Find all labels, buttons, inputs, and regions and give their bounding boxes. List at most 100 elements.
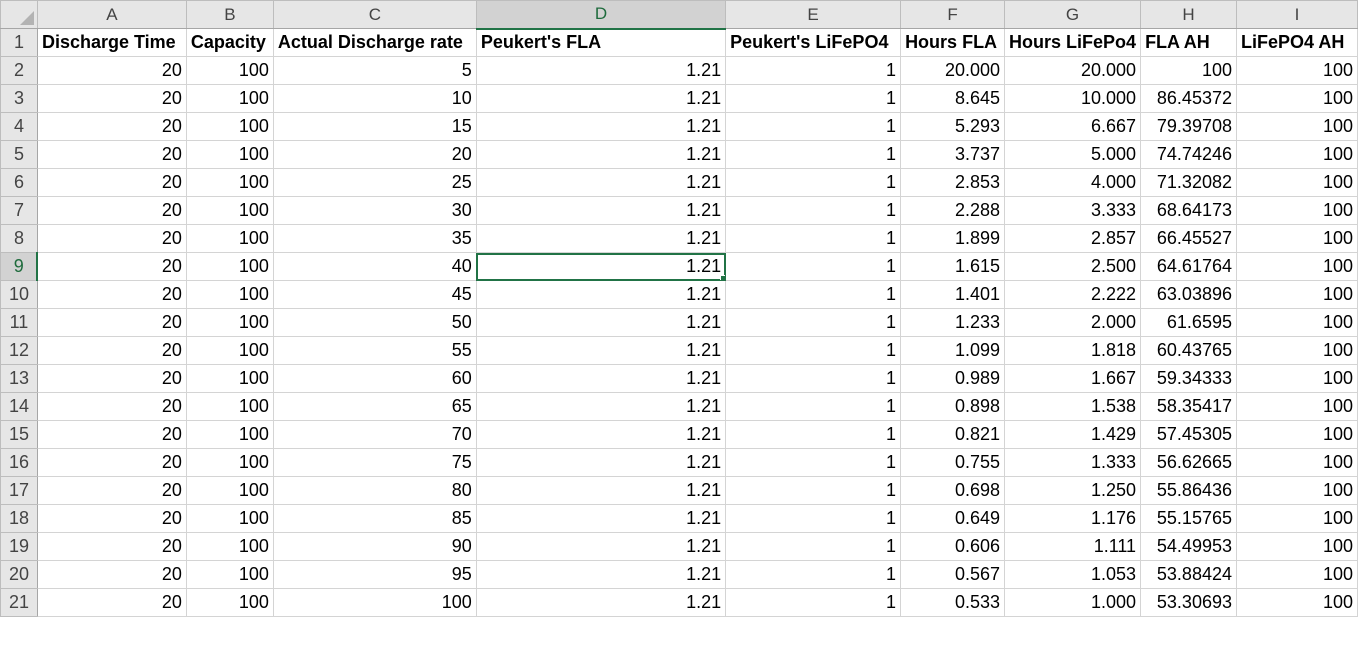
cell-g16[interactable]: 1.333	[1004, 448, 1142, 477]
cell-g11[interactable]: 2.000	[1004, 308, 1142, 337]
cell-c16[interactable]: 75	[272, 448, 477, 477]
cell-h1[interactable]: FLA AH	[1140, 28, 1237, 57]
cell-a8[interactable]: 20	[36, 224, 187, 253]
row-header-19[interactable]: 19	[0, 532, 38, 561]
cell-c7[interactable]: 30	[272, 196, 477, 225]
cell-g14[interactable]: 1.538	[1004, 392, 1142, 421]
cell-e16[interactable]: 1	[725, 448, 902, 477]
cell-a13[interactable]: 20	[36, 364, 187, 393]
cell-e8[interactable]: 1	[725, 224, 902, 253]
cell-f17[interactable]: 0.698	[900, 476, 1006, 505]
cell-d4[interactable]: 1.21	[475, 112, 727, 141]
cell-e17[interactable]: 1	[725, 476, 902, 505]
cell-f3[interactable]: 8.645	[900, 84, 1006, 113]
cell-h2[interactable]: 100	[1140, 56, 1237, 85]
cell-i7[interactable]: 100	[1235, 196, 1358, 225]
cell-i12[interactable]: 100	[1235, 336, 1358, 365]
cell-d6[interactable]: 1.21	[475, 168, 727, 197]
cell-b10[interactable]: 100	[185, 280, 274, 309]
cell-b20[interactable]: 100	[185, 560, 274, 589]
cell-d19[interactable]: 1.21	[475, 532, 727, 561]
cell-d16[interactable]: 1.21	[475, 448, 727, 477]
cell-d1[interactable]: Peukert's FLA	[475, 28, 727, 57]
cell-c5[interactable]: 20	[272, 140, 477, 169]
cell-c20[interactable]: 95	[272, 560, 477, 589]
cell-f11[interactable]: 1.233	[900, 308, 1006, 337]
row-header-17[interactable]: 17	[0, 476, 38, 505]
cell-i3[interactable]: 100	[1235, 84, 1358, 113]
cell-b15[interactable]: 100	[185, 420, 274, 449]
cell-g21[interactable]: 1.000	[1004, 588, 1142, 617]
cell-b12[interactable]: 100	[185, 336, 274, 365]
row-header-1[interactable]: 1	[0, 28, 38, 57]
cell-h11[interactable]: 61.6595	[1140, 308, 1237, 337]
column-header-c[interactable]: C	[272, 0, 477, 29]
cell-f10[interactable]: 1.401	[900, 280, 1006, 309]
active-cell[interactable]: 1.21	[475, 252, 727, 281]
cell-g8[interactable]: 2.857	[1004, 224, 1142, 253]
cell-d13[interactable]: 1.21	[475, 364, 727, 393]
cell-f8[interactable]: 1.899	[900, 224, 1006, 253]
cell-i8[interactable]: 100	[1235, 224, 1358, 253]
cell-d5[interactable]: 1.21	[475, 140, 727, 169]
cell-c17[interactable]: 80	[272, 476, 477, 505]
cell-b4[interactable]: 100	[185, 112, 274, 141]
cell-g1[interactable]: Hours LiFePo4	[1004, 28, 1142, 57]
cell-f9[interactable]: 1.615	[900, 252, 1006, 281]
cell-a11[interactable]: 20	[36, 308, 187, 337]
cell-f15[interactable]: 0.821	[900, 420, 1006, 449]
cell-e5[interactable]: 1	[725, 140, 902, 169]
cell-e18[interactable]: 1	[725, 504, 902, 533]
cell-c11[interactable]: 50	[272, 308, 477, 337]
cell-i14[interactable]: 100	[1235, 392, 1358, 421]
cell-i18[interactable]: 100	[1235, 504, 1358, 533]
cell-b7[interactable]: 100	[185, 196, 274, 225]
cell-g7[interactable]: 3.333	[1004, 196, 1142, 225]
cell-d15[interactable]: 1.21	[475, 420, 727, 449]
cell-f6[interactable]: 2.853	[900, 168, 1006, 197]
cell-g5[interactable]: 5.000	[1004, 140, 1142, 169]
cell-a7[interactable]: 20	[36, 196, 187, 225]
row-header-12[interactable]: 12	[0, 336, 38, 365]
cell-i2[interactable]: 100	[1235, 56, 1358, 85]
cell-a6[interactable]: 20	[36, 168, 187, 197]
cell-g2[interactable]: 20.000	[1004, 56, 1142, 85]
cell-g18[interactable]: 1.176	[1004, 504, 1142, 533]
cell-a21[interactable]: 20	[36, 588, 187, 617]
cell-e20[interactable]: 1	[725, 560, 902, 589]
cell-h14[interactable]: 58.35417	[1140, 392, 1237, 421]
cell-a18[interactable]: 20	[36, 504, 187, 533]
cell-b14[interactable]: 100	[185, 392, 274, 421]
cell-e14[interactable]: 1	[725, 392, 902, 421]
cell-c1[interactable]: Actual Discharge rate	[272, 28, 477, 57]
cell-e10[interactable]: 1	[725, 280, 902, 309]
cell-c12[interactable]: 55	[272, 336, 477, 365]
cell-i15[interactable]: 100	[1235, 420, 1358, 449]
cell-d10[interactable]: 1.21	[475, 280, 727, 309]
column-header-g[interactable]: G	[1004, 0, 1142, 29]
cell-f1[interactable]: Hours FLA	[900, 28, 1006, 57]
cell-e2[interactable]: 1	[725, 56, 902, 85]
row-header-10[interactable]: 10	[0, 280, 38, 309]
row-header-7[interactable]: 7	[0, 196, 38, 225]
cell-f16[interactable]: 0.755	[900, 448, 1006, 477]
cell-h20[interactable]: 53.88424	[1140, 560, 1237, 589]
cell-g15[interactable]: 1.429	[1004, 420, 1142, 449]
cell-f18[interactable]: 0.649	[900, 504, 1006, 533]
cell-h13[interactable]: 59.34333	[1140, 364, 1237, 393]
cell-h5[interactable]: 74.74246	[1140, 140, 1237, 169]
cell-f13[interactable]: 0.989	[900, 364, 1006, 393]
cell-b3[interactable]: 100	[185, 84, 274, 113]
cell-e15[interactable]: 1	[725, 420, 902, 449]
cell-d2[interactable]: 1.21	[475, 56, 727, 85]
cell-c9[interactable]: 40	[272, 252, 477, 281]
cell-a2[interactable]: 20	[36, 56, 187, 85]
cell-e12[interactable]: 1	[725, 336, 902, 365]
cell-e13[interactable]: 1	[725, 364, 902, 393]
cell-a17[interactable]: 20	[36, 476, 187, 505]
cell-a9[interactable]: 20	[36, 252, 187, 281]
cell-i17[interactable]: 100	[1235, 476, 1358, 505]
cell-d21[interactable]: 1.21	[475, 588, 727, 617]
cell-e21[interactable]: 1	[725, 588, 902, 617]
cell-f7[interactable]: 2.288	[900, 196, 1006, 225]
